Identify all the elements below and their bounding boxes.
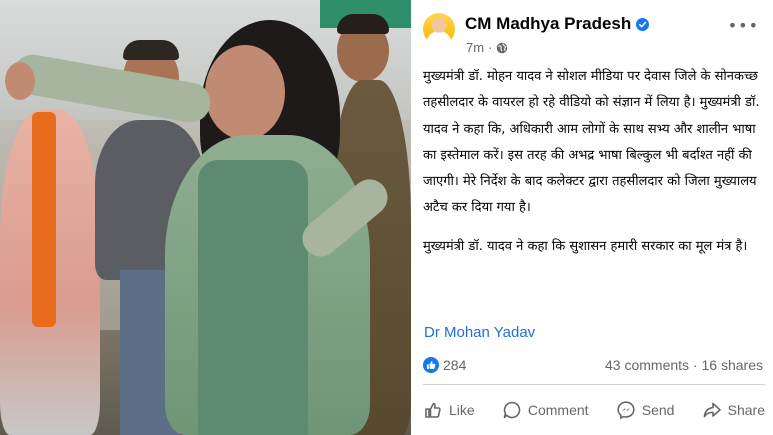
facebook-post: CM Madhya Pradesh 7m · ••• मुख्यमंत्री ड… [415, 0, 773, 435]
reactions-count[interactable]: 284 [443, 357, 466, 373]
comment-button[interactable]: Comment [502, 393, 589, 427]
messenger-icon [617, 401, 635, 420]
post-author: CM Madhya Pradesh [465, 14, 650, 34]
shares-count[interactable]: 16 shares [702, 357, 763, 373]
post-paragraph: मुख्यमंत्री डॉ. यादव ने कहा कि सुशासन हम… [423, 238, 748, 254]
like-reaction-icon[interactable] [423, 357, 439, 373]
tagged-page-link[interactable]: Dr Mohan Yadav [424, 324, 535, 341]
post-meta: 7m · [466, 40, 508, 55]
post-time[interactable]: 7m [466, 40, 484, 55]
post-stats: 284 43 comments · 16 shares [415, 354, 773, 376]
share-button[interactable]: Share [702, 393, 765, 427]
news-photo [0, 0, 411, 435]
comment-icon [503, 401, 521, 419]
stats-separator: · [692, 357, 698, 373]
like-button[interactable]: Like [423, 393, 475, 427]
comments-count[interactable]: 43 comments [605, 357, 689, 373]
post-body: मुख्यमंत्री डॉ. मोहन यादव ने सोशल मीडिया… [423, 64, 767, 272]
author-avatar[interactable] [423, 13, 455, 45]
send-label: Send [641, 402, 675, 418]
more-icon[interactable]: ••• [728, 16, 759, 35]
send-button[interactable]: Send [616, 393, 675, 427]
thumbs-up-icon [425, 402, 441, 418]
author-name[interactable]: CM Madhya Pradesh [465, 14, 631, 34]
globe-icon [497, 42, 508, 53]
post-paragraph: मुख्यमंत्री डॉ. मोहन यादव ने सोशल मीडिया… [423, 69, 760, 216]
post-actions: Like Comment Send Share [415, 393, 773, 427]
like-label: Like [449, 402, 475, 418]
meta-separator: · [488, 40, 493, 55]
comment-label: Comment [527, 402, 589, 418]
share-label: Share [727, 402, 765, 418]
share-arrow-icon [703, 402, 721, 418]
divider [423, 384, 765, 385]
verified-badge-icon [636, 17, 650, 31]
